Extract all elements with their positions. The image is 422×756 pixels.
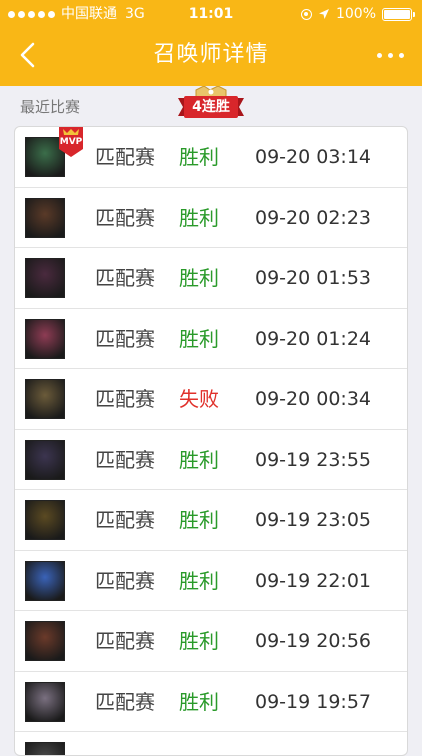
champion-avatar bbox=[25, 197, 65, 238]
match-time: 09-19 20:56 bbox=[255, 630, 372, 652]
win-streak-badge: 4连胜 bbox=[176, 86, 246, 126]
match-row[interactable]: 匹配赛 失败 09-20 00:34 bbox=[15, 369, 407, 430]
match-time: 09-20 01:24 bbox=[255, 327, 372, 350]
battery-percent: 100% bbox=[335, 6, 376, 22]
match-mode: 匹配赛 bbox=[95, 568, 155, 593]
match-mode: 匹配赛 bbox=[95, 387, 155, 411]
champion-avatar bbox=[25, 560, 65, 601]
match-row[interactable]: 匹配赛 胜利 09-19 22:01 bbox=[15, 551, 407, 611]
match-mode: 匹配赛 bbox=[95, 326, 155, 351]
mvp-badge-label: MVP bbox=[59, 137, 83, 147]
champion-avatar bbox=[25, 379, 65, 419]
champion-avatar bbox=[25, 742, 65, 755]
location-arrow-icon bbox=[318, 9, 329, 19]
more-dot-icon bbox=[398, 52, 404, 58]
match-mode: 匹配赛 bbox=[95, 689, 155, 714]
champion-avatar bbox=[25, 258, 65, 298]
mvp-badge: MVP bbox=[57, 127, 85, 157]
champion-avatar bbox=[25, 500, 65, 540]
match-row[interactable]: MVP 匹配赛 胜利 09-20 03:14 bbox=[15, 127, 407, 188]
match-time: 09-20 01:53 bbox=[255, 267, 372, 289]
rotation-lock-icon bbox=[300, 8, 312, 20]
match-result: 失败 bbox=[179, 387, 219, 411]
match-mode: 匹配赛 bbox=[95, 145, 155, 169]
match-time: 09-20 02:23 bbox=[255, 206, 372, 229]
champion-avatar bbox=[25, 318, 65, 359]
match-mode: 匹配赛 bbox=[95, 629, 155, 653]
match-result: 胜利 bbox=[179, 447, 219, 472]
match-time: 09-19 19:57 bbox=[255, 690, 372, 713]
match-time: 09-19 22:01 bbox=[255, 569, 372, 592]
top-bar: 中国联通 3G 11:01 100% 召唤师详情 bbox=[0, 0, 422, 86]
match-mode: 匹配赛 bbox=[95, 447, 155, 472]
more-dot-icon bbox=[387, 52, 393, 58]
battery-icon bbox=[382, 7, 415, 21]
match-time: 09-20 03:14 bbox=[255, 146, 372, 168]
match-result: 胜利 bbox=[179, 326, 219, 351]
match-row[interactable]: 匹配赛 胜利 09-19 23:05 bbox=[15, 490, 407, 551]
match-result: 胜利 bbox=[179, 508, 219, 532]
streak-text: 4连胜 bbox=[192, 99, 230, 115]
match-result: 胜利 bbox=[179, 689, 219, 714]
champion-avatar bbox=[25, 681, 65, 722]
match-result: 胜利 bbox=[179, 266, 219, 290]
status-bar: 中国联通 3G 11:01 100% bbox=[0, 0, 422, 28]
match-result: 胜利 bbox=[179, 205, 219, 230]
match-row[interactable]: 匹配赛 胜利 09-20 01:53 bbox=[15, 248, 407, 309]
section-title-recent-matches: 最近比赛 bbox=[20, 98, 81, 116]
champion-avatar bbox=[25, 621, 65, 661]
match-mode: 匹配赛 bbox=[95, 266, 155, 290]
match-row[interactable]: 匹配赛 胜利 09-19 20:56 bbox=[15, 611, 407, 672]
match-result: 胜利 bbox=[179, 145, 219, 169]
more-dot-icon bbox=[376, 52, 382, 58]
match-time: 09-19 23:05 bbox=[255, 509, 372, 531]
page-title: 召唤师详情 bbox=[153, 42, 269, 67]
match-row[interactable]: 匹配赛 胜利 09-19 19:57 bbox=[15, 672, 407, 732]
champion-avatar bbox=[25, 439, 65, 480]
match-row[interactable]: 匹配赛 胜利 09-20 01:24 bbox=[15, 309, 407, 369]
match-row[interactable]: 匹配赛 胜利 09-20 02:23 bbox=[15, 188, 407, 248]
match-result: 胜利 bbox=[179, 568, 219, 593]
match-result: 胜利 bbox=[179, 629, 219, 653]
match-row[interactable] bbox=[15, 732, 407, 755]
match-mode: 匹配赛 bbox=[95, 205, 155, 230]
match-row[interactable]: 匹配赛 胜利 09-19 23:55 bbox=[15, 430, 407, 490]
match-list: MVP 匹配赛 胜利 09-20 03:14 匹配赛 胜利 09-20 02:23 匹配赛 胜利… bbox=[14, 126, 408, 756]
match-time: 09-20 00:34 bbox=[255, 388, 372, 410]
match-time: 09-19 23:55 bbox=[255, 448, 372, 471]
match-mode: 匹配赛 bbox=[95, 508, 155, 532]
more-options-button[interactable] bbox=[370, 42, 410, 68]
